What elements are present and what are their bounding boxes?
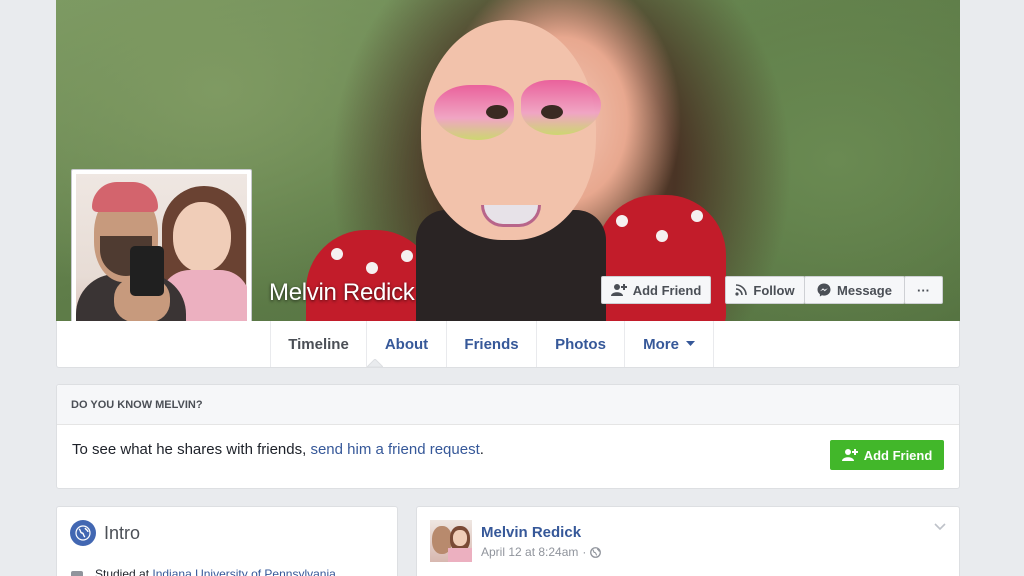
add-friend-button[interactable]: Add Friend	[601, 276, 711, 304]
post-separator: ·	[582, 545, 587, 559]
cover-dot	[616, 215, 628, 227]
cover-dot	[331, 248, 343, 260]
avatar-girl-face	[173, 202, 231, 272]
know-text-suffix: .	[479, 441, 484, 458]
more-options-icon: ···	[917, 282, 930, 298]
profile-tabs-bar: Timeline About Friends Photos More	[56, 321, 960, 368]
do-you-know-card: DO YOU KNOW MELVIN? To see what he share…	[56, 384, 960, 489]
tab-timeline[interactable]: Timeline	[270, 321, 367, 367]
active-tab-indicator	[367, 359, 383, 367]
tab-photos[interactable]: Photos	[537, 321, 625, 367]
post-card: Melvin Redick April 12 at 8:24am ·	[416, 506, 960, 576]
studied-prefix: Studied at	[95, 567, 153, 576]
send-friend-request-link[interactable]: send him a friend request	[310, 441, 479, 458]
globe-icon	[70, 520, 96, 546]
tab-more-label: More	[643, 335, 679, 353]
rss-follow-icon	[735, 284, 748, 296]
post-avatar-girl-body	[448, 548, 472, 562]
tab-about-label: About	[384, 335, 429, 353]
public-globe-icon[interactable]	[590, 546, 602, 558]
tab-more[interactable]: More	[625, 321, 714, 367]
do-you-know-heading: DO YOU KNOW MELVIN?	[57, 385, 959, 425]
message-label: Message	[837, 282, 892, 298]
cover-dot	[401, 250, 413, 262]
chevron-down-icon	[685, 341, 695, 346]
post-timestamp[interactable]: April 12 at 8:24am	[481, 545, 578, 559]
intro-title: Intro	[104, 523, 141, 543]
messenger-icon	[817, 283, 831, 297]
cover-dot	[691, 210, 703, 222]
school-link[interactable]: Indiana University of Pennsylvania	[152, 567, 335, 576]
tab-friends[interactable]: Friends	[447, 321, 537, 367]
tab-photos-label: Photos	[555, 335, 606, 353]
follow-button[interactable]: Follow	[725, 276, 805, 304]
avatar-man-cap	[92, 182, 158, 212]
add-friend-green-button[interactable]: Add Friend	[830, 440, 944, 470]
post-author-avatar[interactable]	[430, 520, 472, 562]
follow-label: Follow	[753, 282, 795, 298]
message-button[interactable]: Message	[804, 276, 905, 304]
profile-picture[interactable]	[76, 174, 247, 345]
profile-name[interactable]: Melvin Redick	[269, 279, 415, 307]
cover-eye-left	[486, 105, 508, 119]
add-friend-green-label: Add Friend	[863, 447, 933, 463]
post-options-chevron-icon[interactable]	[934, 523, 946, 531]
post-meta: April 12 at 8:24am ·	[481, 545, 602, 559]
avatar-phone	[130, 246, 164, 296]
education-icon	[71, 571, 83, 576]
tab-timeline-label: Timeline	[288, 335, 349, 353]
post-avatar-girl-face	[453, 530, 467, 546]
intro-card: Intro Studied at Indiana University of P…	[56, 506, 398, 576]
cover-dot	[366, 262, 378, 274]
add-friend-icon	[841, 449, 858, 461]
cover-dot	[656, 230, 668, 242]
add-friend-icon	[610, 284, 627, 296]
cover-eye-right	[541, 105, 563, 119]
more-options-button[interactable]: ···	[904, 276, 943, 304]
intro-education: Studied at Indiana University of Pennsyl…	[95, 567, 336, 576]
tab-friends-label: Friends	[464, 335, 519, 353]
do-you-know-text: To see what he shares with friends, send…	[72, 441, 484, 458]
add-friend-label: Add Friend	[632, 282, 702, 298]
post-author-name[interactable]: Melvin Redick	[481, 524, 581, 541]
know-text-prefix: To see what he shares with friends,	[72, 441, 311, 458]
